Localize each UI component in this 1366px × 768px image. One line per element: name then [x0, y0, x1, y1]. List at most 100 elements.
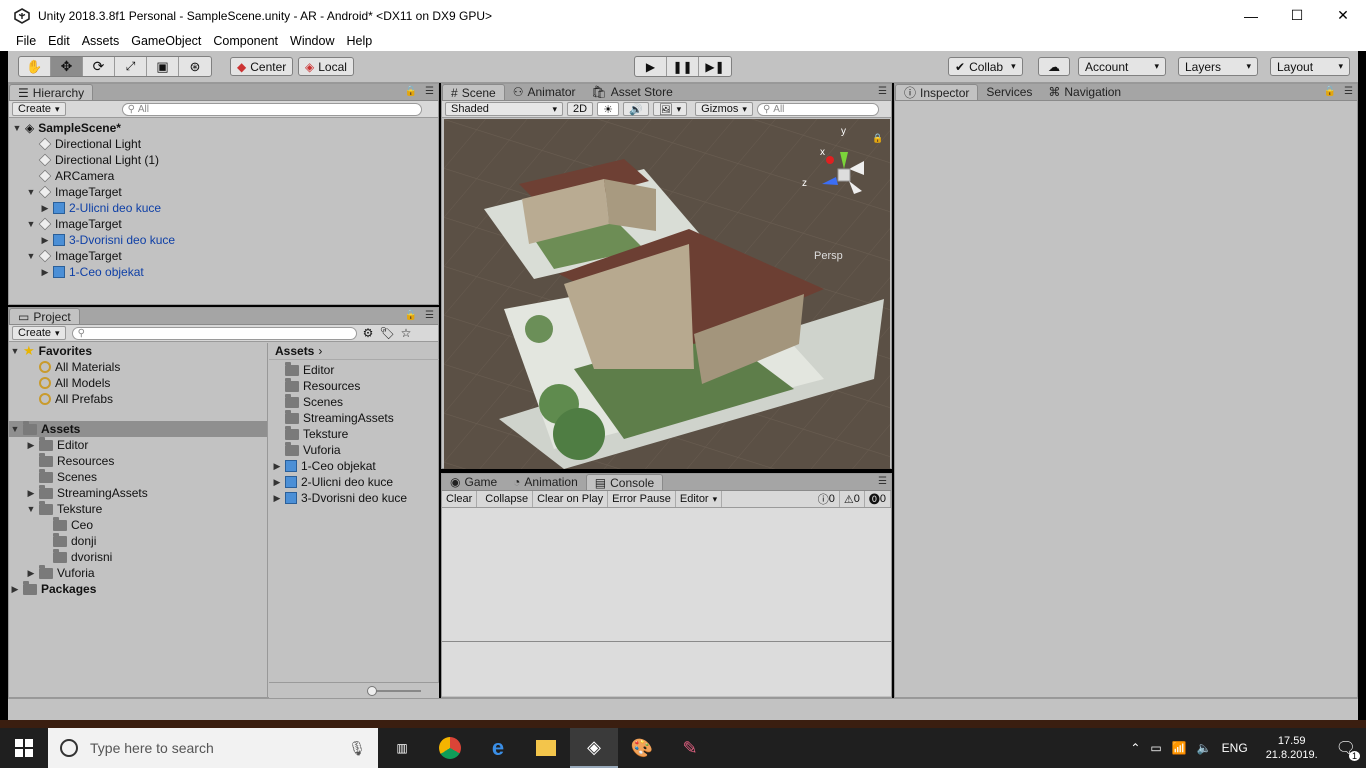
- start-button[interactable]: [0, 728, 48, 768]
- move-tool-button[interactable]: ✥: [51, 57, 83, 76]
- 2d-toggle[interactable]: 2D: [567, 102, 594, 116]
- menu-edit[interactable]: Edit: [42, 34, 76, 48]
- expand-icon[interactable]: ▶: [25, 568, 37, 579]
- hierarchy-item[interactable]: Directional Light (1): [9, 152, 438, 168]
- scale-tool-button[interactable]: ⤢: [115, 57, 147, 76]
- breadcrumb-assets[interactable]: Assets: [275, 344, 314, 358]
- rotate-tool-button[interactable]: ⟳: [83, 57, 115, 76]
- menu-window[interactable]: Window: [284, 34, 340, 48]
- asset-item[interactable]: Scenes: [269, 393, 439, 410]
- tab-navigation[interactable]: ⌘ Navigation: [1040, 84, 1129, 100]
- filter-label-icon[interactable]: 🏷: [379, 326, 394, 340]
- hierarchy-search-input[interactable]: ⚲ All: [121, 102, 422, 116]
- hierarchy-create-button[interactable]: Create: [12, 102, 66, 116]
- menu-file[interactable]: File: [10, 34, 42, 48]
- asset-item[interactable]: Vuforia: [269, 441, 439, 458]
- scene-search-input[interactable]: ⚲ All: [756, 102, 879, 116]
- log-filter-toggle[interactable]: ⓘ 0: [814, 491, 840, 507]
- close-button[interactable]: ✕: [1320, 0, 1366, 31]
- menu-assets[interactable]: Assets: [76, 34, 126, 48]
- effects-dropdown[interactable]: 🖼: [652, 102, 688, 116]
- panel-menu-icon[interactable]: ☰: [425, 86, 434, 97]
- pivot-center-button[interactable]: ◆ Center: [230, 57, 294, 76]
- expand-icon[interactable]: ▼: [25, 251, 37, 261]
- audio-toggle[interactable]: 🔊: [622, 102, 649, 116]
- gizmo-center[interactable]: [837, 168, 851, 182]
- expand-icon[interactable]: ▶: [39, 235, 51, 246]
- asset-item[interactable]: ▶ 1-Ceo objekat: [269, 458, 439, 474]
- tab-scene[interactable]: # Scene: [442, 84, 505, 100]
- expand-icon[interactable]: ▼: [25, 504, 37, 514]
- task-view-button[interactable]: ▥: [378, 728, 426, 768]
- hierarchy-item[interactable]: Directional Light: [9, 136, 438, 152]
- expand-icon[interactable]: ▶: [9, 584, 21, 595]
- pivot-local-button[interactable]: ◈ Local: [298, 57, 354, 76]
- console-detail-area[interactable]: [442, 642, 891, 696]
- lock-icon[interactable]: 🔒: [405, 86, 417, 97]
- pause-button[interactable]: ❚❚: [667, 57, 699, 76]
- panel-menu-icon[interactable]: ☰: [1344, 86, 1353, 97]
- favorite-star-icon[interactable]: ☆: [401, 326, 412, 340]
- hierarchy-item[interactable]: ▶ 3-Dvorisni deo kuce: [9, 232, 438, 248]
- tab-inspector[interactable]: ⓘ Inspector: [895, 84, 979, 100]
- volume-icon[interactable]: 🔈: [1197, 741, 1212, 755]
- tab-console[interactable]: ▤ Console: [585, 474, 664, 490]
- folder-tree-item[interactable]: ▶ Vuforia: [9, 564, 267, 581]
- asset-item[interactable]: Resources: [269, 377, 439, 394]
- expand-icon[interactable]: ▶: [39, 267, 51, 278]
- shading-dropdown[interactable]: Shaded: [445, 102, 563, 116]
- battery-icon[interactable]: ▭: [1150, 741, 1161, 755]
- asset-item[interactable]: ▶ 2-Ulicni deo kuce: [269, 474, 439, 490]
- panel-menu-icon[interactable]: ☰: [878, 86, 887, 97]
- asset-item[interactable]: StreamingAssets: [269, 409, 439, 426]
- collapse-toggle[interactable]: Collapse: [481, 491, 534, 507]
- folder-tree-item[interactable]: ▶ StreamingAssets: [9, 484, 267, 501]
- account-dropdown[interactable]: Account: [1078, 57, 1166, 76]
- persp-label[interactable]: Persp: [814, 250, 843, 262]
- lock-icon[interactable]: 🔒: [405, 310, 417, 321]
- edge-taskbar-button[interactable]: e: [474, 728, 522, 768]
- collab-dropdown[interactable]: ✔ Collab: [948, 57, 1023, 76]
- expand-icon[interactable]: ▼: [25, 187, 37, 197]
- clear-on-play-toggle[interactable]: Clear on Play: [533, 491, 609, 507]
- folder-tree-item[interactable]: Resources: [9, 452, 267, 469]
- wifi-icon[interactable]: 📶: [1172, 741, 1187, 755]
- cloud-button[interactable]: ☁: [1038, 57, 1070, 76]
- folder-tree-item[interactable]: ▼ Teksture: [9, 500, 267, 517]
- hierarchy-item[interactable]: ARCamera: [9, 168, 438, 184]
- console-log-list[interactable]: [442, 508, 891, 642]
- tab-game[interactable]: ◉ Game: [442, 474, 505, 490]
- scene-root[interactable]: ▼ ◈ SampleScene*: [9, 120, 438, 136]
- favorites-item[interactable]: All Models: [9, 375, 267, 391]
- transform-tool-button[interactable]: ⊛: [179, 57, 211, 76]
- clock[interactable]: 17.59 21.8.2019.: [1266, 734, 1318, 762]
- play-button[interactable]: ▶: [635, 57, 667, 76]
- menu-component[interactable]: Component: [207, 34, 284, 48]
- project-search-input[interactable]: ⚲: [71, 326, 357, 340]
- gizmo-lock-icon[interactable]: 🔒: [872, 133, 883, 143]
- folder-tree-item[interactable]: ▶ Editor: [9, 436, 267, 453]
- editor-dropdown[interactable]: Editor: [676, 491, 723, 507]
- folder-tree-item[interactable]: Ceo: [9, 516, 267, 533]
- clear-button[interactable]: Clear: [442, 491, 478, 507]
- tab-hierarchy[interactable]: ☰ Hierarchy: [9, 84, 94, 100]
- chrome-taskbar-button[interactable]: [426, 728, 474, 768]
- expand-icon[interactable]: ▶: [271, 461, 283, 472]
- lighting-toggle[interactable]: ☀: [597, 102, 619, 116]
- tab-project[interactable]: ▭ Project: [9, 308, 80, 324]
- panel-menu-icon[interactable]: ☰: [425, 310, 434, 321]
- paint3d-taskbar-button[interactable]: ✎: [666, 728, 714, 768]
- unity-taskbar-button[interactable]: ◈: [570, 728, 618, 768]
- folder-tree-item[interactable]: Scenes: [9, 468, 267, 485]
- expand-icon[interactable]: ▶: [39, 203, 51, 214]
- language-indicator[interactable]: ENG: [1222, 741, 1248, 755]
- expand-icon[interactable]: ▼: [25, 219, 37, 229]
- favorites-item[interactable]: All Materials: [9, 359, 267, 375]
- menu-help[interactable]: Help: [340, 34, 378, 48]
- expand-icon[interactable]: ▼: [9, 424, 21, 434]
- filter-type-icon[interactable]: ⚙: [363, 326, 374, 340]
- tab-asset-store[interactable]: 🛍 Asset Store: [584, 84, 681, 100]
- packages-root[interactable]: ▶ Packages: [9, 580, 267, 597]
- hand-tool-button[interactable]: ✋: [19, 57, 51, 76]
- project-create-button[interactable]: Create: [12, 326, 66, 340]
